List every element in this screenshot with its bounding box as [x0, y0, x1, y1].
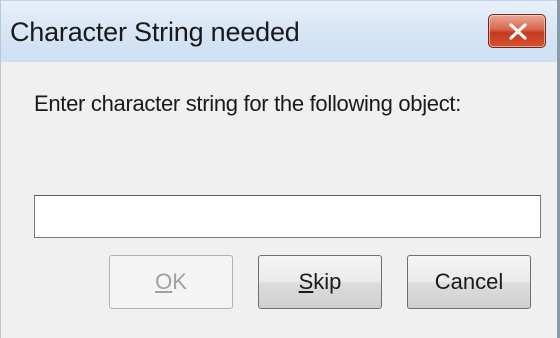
- close-button[interactable]: [488, 14, 546, 48]
- dialog-body: Enter character string for the following…: [1, 62, 557, 338]
- cancel-button[interactable]: Cancel: [407, 255, 531, 309]
- skip-mnemonic: S: [298, 269, 314, 294]
- skip-button[interactable]: Skip: [258, 255, 382, 309]
- prompt-label: Enter character string for the following…: [34, 91, 462, 116]
- window-title: Character String needed: [10, 17, 300, 47]
- ok-button[interactable]: OK: [109, 255, 233, 309]
- character-string-dialog: Character String needed Enter character …: [0, 0, 560, 338]
- close-x-icon: [509, 23, 527, 40]
- cancel-label: Cancel: [434, 269, 504, 294]
- ok-label-rest: K: [172, 269, 187, 294]
- character-string-input[interactable]: [34, 195, 541, 238]
- ok-mnemonic: O: [155, 269, 173, 294]
- title-bar[interactable]: Character String needed: [1, 0, 557, 62]
- skip-label-rest: kip: [313, 269, 342, 294]
